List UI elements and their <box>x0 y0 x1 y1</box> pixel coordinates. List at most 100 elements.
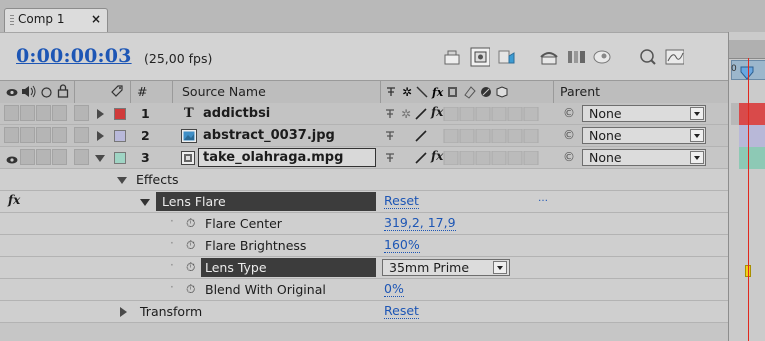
fx-switch[interactable]: fx <box>431 149 443 163</box>
layer-name[interactable]: abstract_0037.jpg <box>203 128 335 143</box>
layer-switches[interactable]: fx <box>384 149 544 168</box>
layer-switches[interactable]: ✲ fx <box>384 105 544 124</box>
property-row-flare-brightness[interactable]: · ⏱ Flare Brightness 160% <box>0 235 728 257</box>
parent-dropdown[interactable]: None <box>582 105 706 122</box>
effect-name-highlight[interactable]: Lens Flare <box>156 192 376 211</box>
pickwhip-icon[interactable]: © <box>563 106 575 120</box>
dropdown-arrow-icon[interactable] <box>690 107 704 120</box>
solo-switch[interactable] <box>36 127 51 143</box>
dropdown-arrow-icon[interactable] <box>690 129 704 142</box>
transform-group-row[interactable]: Transform Reset <box>0 301 728 323</box>
live-update-icon[interactable] <box>442 47 462 67</box>
property-row-lens-type[interactable]: · ⏱ Lens Type 35mm Prime <box>0 257 728 279</box>
shy-switch[interactable] <box>74 127 89 143</box>
stopwatch-icon[interactable]: ⏱ <box>186 260 195 275</box>
lock-switch[interactable] <box>52 105 67 121</box>
layer-1-duration-bar[interactable] <box>739 103 765 125</box>
video-switch[interactable] <box>4 127 19 143</box>
transform-reset-link[interactable]: Reset <box>384 304 419 319</box>
property-value[interactable]: 319,2, 17,9 <box>384 216 456 231</box>
parent-dropdown[interactable]: None <box>582 149 706 166</box>
property-value[interactable]: 160% <box>384 238 420 253</box>
layer-number: 1 <box>141 106 150 121</box>
shy-switch[interactable] <box>74 149 89 165</box>
layer-2-duration-bar[interactable] <box>739 125 765 147</box>
eye-icon[interactable] <box>6 153 18 168</box>
draft-3d-icon[interactable] <box>496 47 516 67</box>
property-row-blend-with-original[interactable]: · ⏱ Blend With Original 0% <box>0 279 728 301</box>
effect-reset-link[interactable]: Reset <box>384 194 419 209</box>
lens-type-value: 35mm Prime <box>389 260 470 275</box>
layer-name[interactable]: addictbsi <box>203 106 270 121</box>
fx-switch[interactable]: fx <box>431 105 443 119</box>
tab-comp-1[interactable]: Comp 1 × <box>4 8 108 32</box>
parent-value: None <box>589 150 622 165</box>
solo-switch[interactable] <box>36 105 51 121</box>
layer-3-duration-bar[interactable] <box>739 147 765 169</box>
audio-switch[interactable] <box>20 105 35 121</box>
layer-row-3[interactable]: 3 take_olahraga.mpg fx © None <box>0 147 728 169</box>
expand-triangle-icon[interactable] <box>97 109 104 119</box>
number-column-header: # <box>137 84 148 99</box>
stopwatch-icon[interactable]: ⏱ <box>186 216 195 231</box>
effect-row-lens-flare[interactable]: fx Lens Flare Reset … <box>0 191 728 213</box>
lock-switch[interactable] <box>52 149 67 165</box>
collapse-triangle-icon[interactable] <box>117 177 127 184</box>
property-name-highlight[interactable]: Lens Type <box>201 258 376 277</box>
tab-grip-icon[interactable] <box>10 15 14 26</box>
collapse-triangle-icon[interactable] <box>95 155 105 162</box>
stopwatch-icon[interactable]: ⏱ <box>186 238 195 253</box>
layer-row-2[interactable]: 2 abstract_0037.jpg © None <box>0 125 728 147</box>
ellipsis-icon[interactable]: … <box>538 193 548 204</box>
audio-switch[interactable] <box>20 127 35 143</box>
label-color-swatch[interactable] <box>114 152 126 164</box>
transform-label: Transform <box>140 304 203 319</box>
current-time-display[interactable]: 0:00:00:03 <box>16 45 132 67</box>
layer-name-box[interactable]: take_olahraga.mpg <box>198 148 376 167</box>
comp-flowchart-icon[interactable] <box>470 47 490 67</box>
solo-header-icon <box>41 86 52 101</box>
property-row-flare-center[interactable]: · ⏱ Flare Center 319,2, 17,9 <box>0 213 728 235</box>
audio-switch[interactable] <box>20 149 35 165</box>
text-layer-icon: T <box>184 106 194 121</box>
svg-text:✲: ✲ <box>401 107 411 121</box>
frame-blending-icon[interactable] <box>538 47 558 67</box>
lock-switch[interactable] <box>52 127 67 143</box>
parent-dropdown[interactable]: None <box>582 127 706 144</box>
tab-close-button[interactable]: × <box>91 12 101 26</box>
video-switch[interactable] <box>4 105 19 121</box>
video-switch-header-icon <box>6 86 18 101</box>
dropdown-arrow-icon[interactable] <box>493 261 507 274</box>
shy-switch[interactable] <box>74 105 89 121</box>
graph-editor-icon[interactable] <box>664 47 684 67</box>
source-name-column-header[interactable]: Source Name <box>182 84 266 99</box>
effects-group-row[interactable]: Effects <box>0 169 728 191</box>
property-name: Flare Brightness <box>205 238 307 253</box>
pickwhip-icon[interactable]: © <box>563 150 575 164</box>
layer-switches[interactable] <box>384 128 544 146</box>
property-value[interactable]: 0% <box>384 282 404 297</box>
motion-blur-icon[interactable] <box>566 47 586 67</box>
lens-type-dropdown[interactable]: 35mm Prime <box>382 259 510 276</box>
work-area-bar[interactable] <box>729 40 765 59</box>
current-time-indicator-icon[interactable] <box>740 66 754 80</box>
expand-triangle-icon[interactable] <box>120 307 127 317</box>
timeline-area[interactable]: 0 <box>728 32 765 341</box>
label-color-swatch[interactable] <box>114 108 126 120</box>
parent-column-header: Parent <box>560 84 601 99</box>
svg-text:✲: ✲ <box>402 85 412 99</box>
parent-value: None <box>589 106 622 121</box>
layer-row-1[interactable]: 1 T addictbsi ✲ fx © None <box>0 103 728 125</box>
layer-name[interactable]: take_olahraga.mpg <box>203 150 343 165</box>
solo-switch[interactable] <box>36 149 51 165</box>
pickwhip-icon[interactable]: © <box>563 128 575 142</box>
stopwatch-icon[interactable]: ⏱ <box>186 282 195 297</box>
fx-badge-icon[interactable]: fx <box>8 193 20 207</box>
expand-triangle-icon[interactable] <box>97 131 104 141</box>
shy-layers-icon[interactable] <box>592 47 612 67</box>
collapse-triangle-icon[interactable] <box>140 199 150 206</box>
parent-value: None <box>589 128 622 143</box>
dropdown-arrow-icon[interactable] <box>690 151 704 164</box>
label-color-swatch[interactable] <box>114 130 126 142</box>
brainstorm-icon[interactable] <box>638 47 658 67</box>
